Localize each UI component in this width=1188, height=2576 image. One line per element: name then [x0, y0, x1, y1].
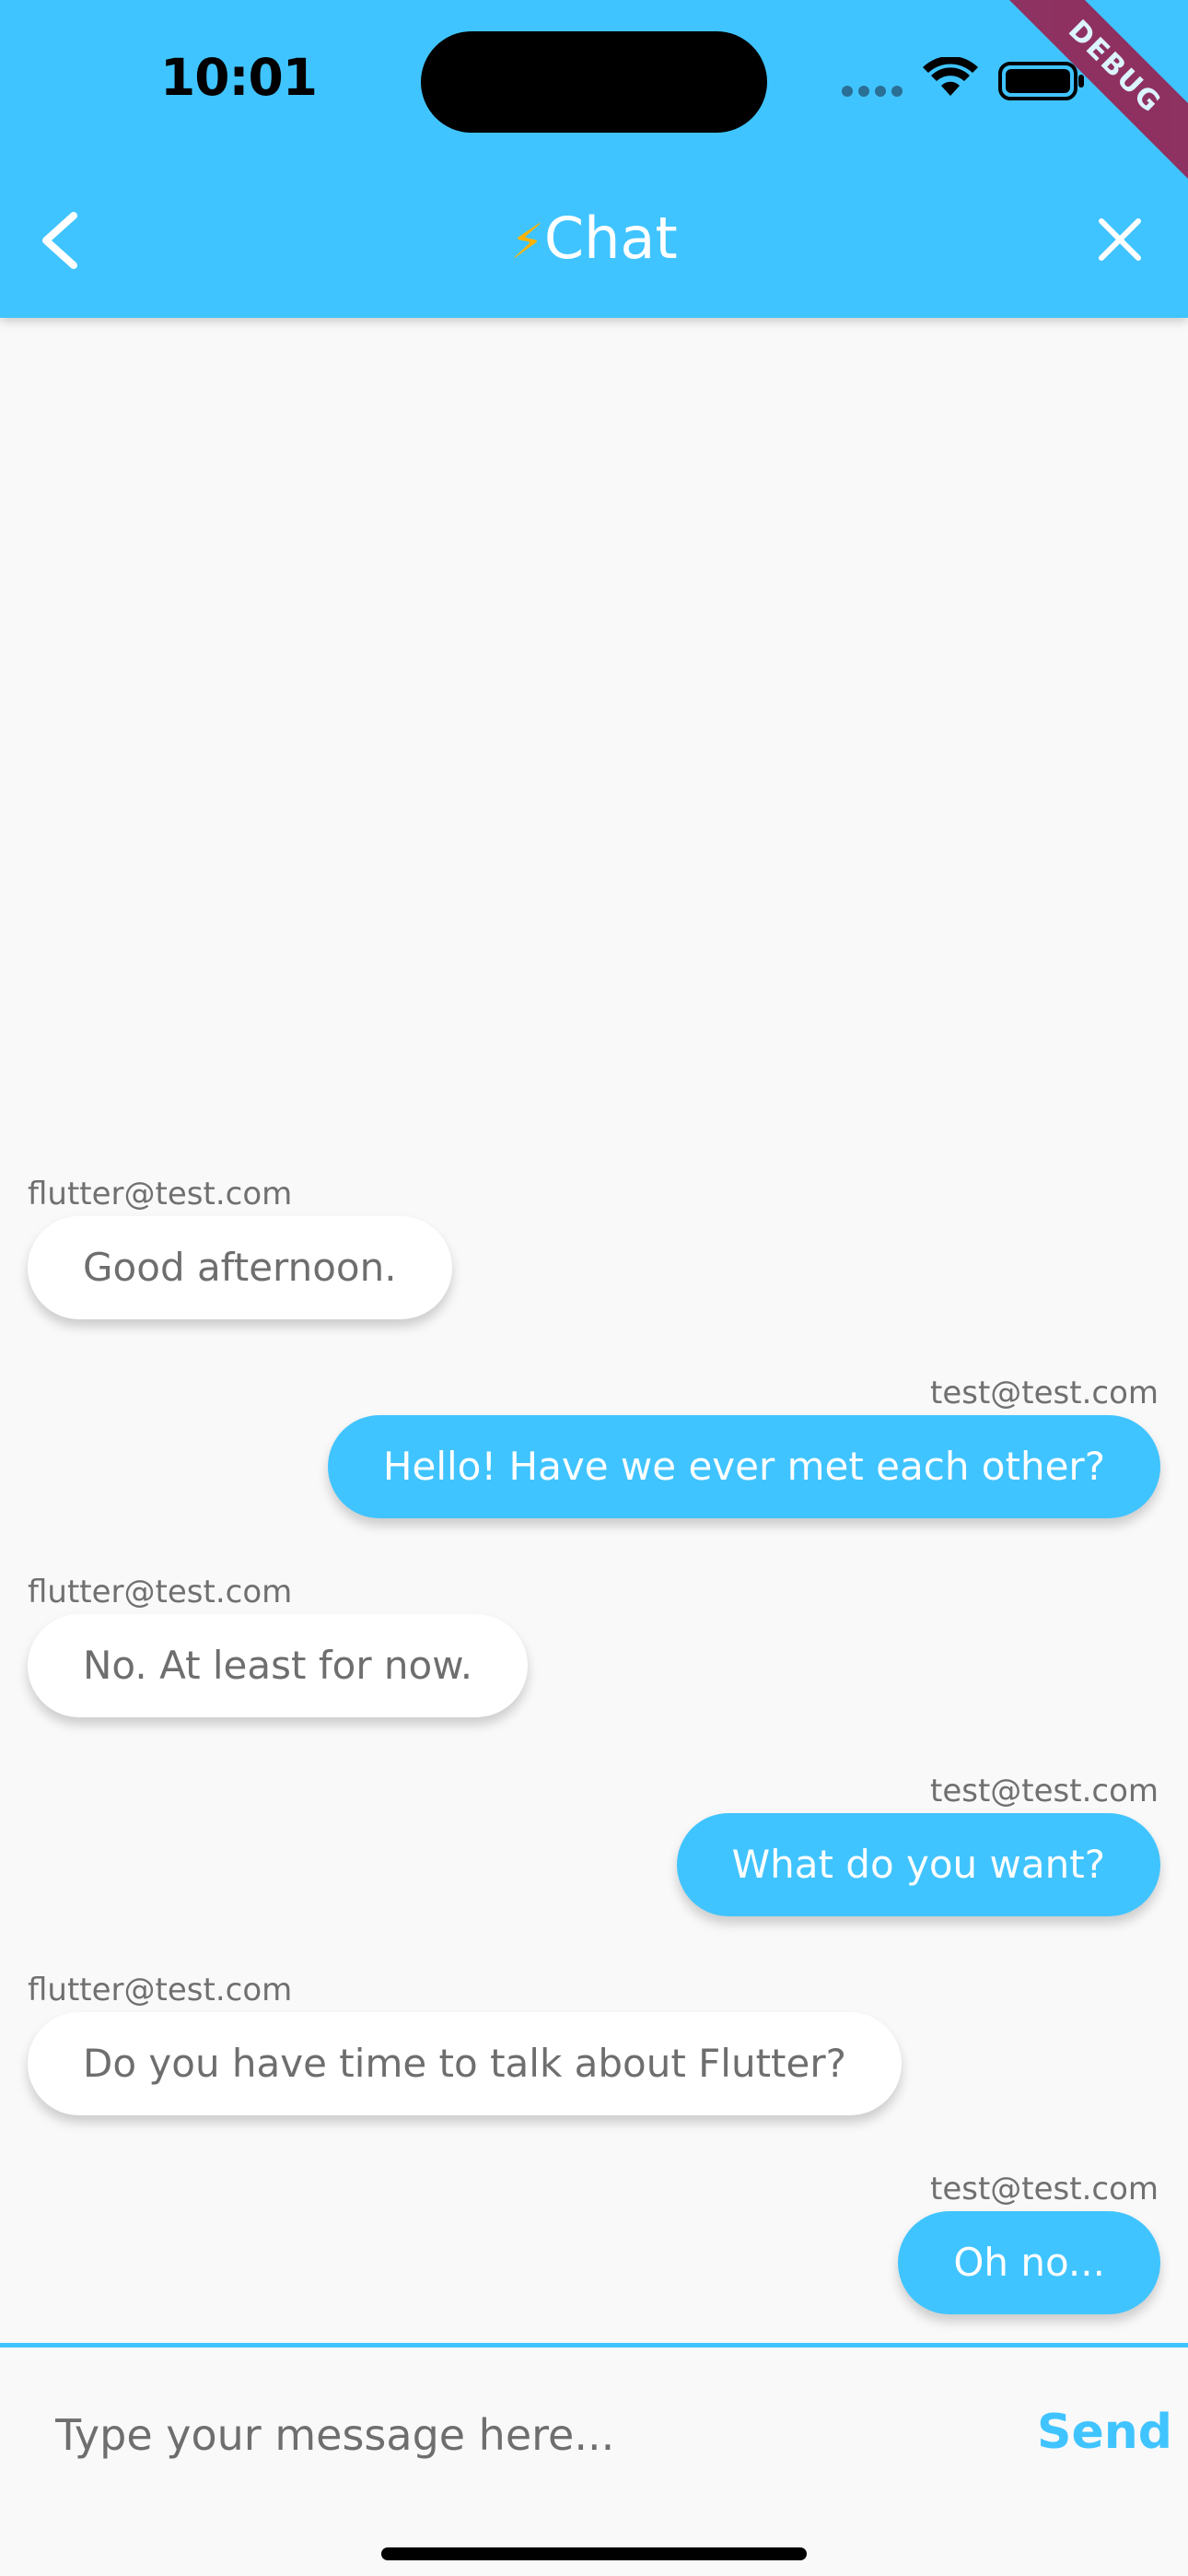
message-item: flutter@test.com Good afternoon.	[0, 1176, 1188, 1319]
message-item: test@test.com Hello! Have we ever met ea…	[0, 1375, 1188, 1518]
lightning-icon: ⚡	[510, 215, 544, 270]
message-list[interactable]: flutter@test.com Good afternoon. test@te…	[0, 318, 1188, 2345]
page-title-text: Chat	[543, 205, 678, 272]
battery-icon	[998, 62, 1084, 100]
message-input[interactable]	[55, 2403, 976, 2467]
home-indicator	[381, 2547, 807, 2560]
status-time: 10:01	[160, 48, 318, 107]
message-sender: flutter@test.com	[28, 1972, 293, 2008]
message-sender: flutter@test.com	[28, 1176, 293, 1212]
message-bubble: Hello! Have we ever met each other?	[327, 1415, 1160, 1518]
message-item: flutter@test.com Do you have time to tal…	[0, 1972, 1188, 2115]
app-header: 10:01 ⚡Chat	[0, 0, 1188, 318]
message-sender: flutter@test.com	[28, 1574, 293, 1610]
message-sender: test@test.com	[929, 1773, 1159, 1809]
wifi-icon	[923, 57, 978, 96]
message-bubble: What do you want?	[676, 1813, 1160, 1916]
message-bubble: No. At least for now.	[28, 1614, 529, 1717]
message-item: test@test.com Oh no...	[0, 2171, 1188, 2314]
message-bubble: Good afternoon.	[28, 1216, 452, 1319]
message-composer: Send	[0, 2343, 1188, 2576]
message-sender: test@test.com	[929, 2171, 1159, 2207]
cellular-signal-icon	[842, 86, 906, 99]
message-bubble: Do you have time to talk about Flutter?	[28, 2012, 902, 2115]
message-bubble: Oh no...	[898, 2211, 1160, 2314]
send-button[interactable]: Send	[1037, 2405, 1172, 2460]
message-item: test@test.com What do you want?	[0, 1773, 1188, 1916]
message-item: flutter@test.com No. At least for now.	[0, 1574, 1188, 1717]
message-sender: test@test.com	[929, 1375, 1159, 1411]
dynamic-island	[421, 31, 767, 133]
page-title: ⚡Chat	[0, 205, 1188, 272]
close-icon[interactable]	[1096, 216, 1144, 263]
